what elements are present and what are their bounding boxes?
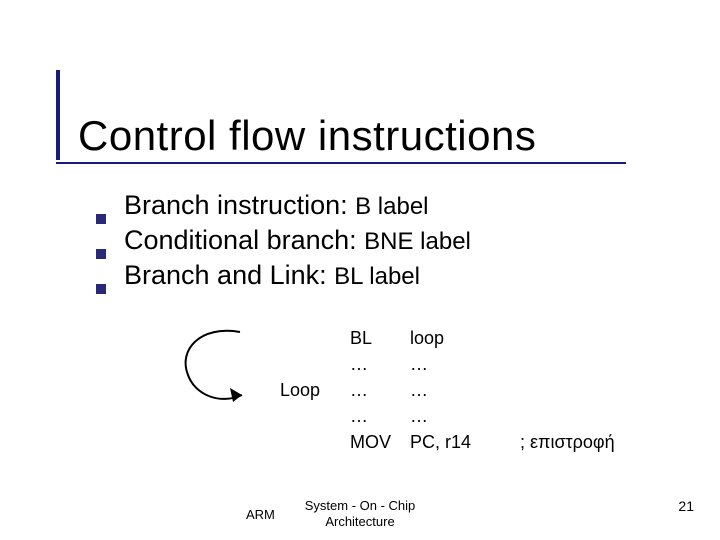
bullet-icon	[96, 284, 106, 294]
code-row: … …	[280, 403, 680, 429]
code-col-b: …	[410, 380, 520, 401]
page-number: 21	[678, 498, 694, 514]
footer-left: ARM	[246, 507, 275, 522]
bullet-code: BNE label	[364, 228, 471, 255]
title-wrap: Control flow instructions	[56, 70, 536, 160]
code-row: MOV PC, r14 ; επιστροφή	[280, 429, 680, 455]
code-col-b: PC, r14	[410, 432, 520, 453]
loop-arrow-icon	[170, 320, 260, 410]
code-col-b: …	[410, 354, 520, 375]
code-row: … …	[280, 351, 680, 377]
bullet-item: Branch and Link: BL label	[96, 260, 471, 291]
bullet-icon	[96, 249, 106, 259]
slide-title: Control flow instructions	[78, 112, 536, 160]
code-col-b: loop	[410, 328, 520, 349]
code-col-a: …	[350, 380, 410, 401]
bullet-list: Branch instruction: B label Conditional …	[96, 190, 471, 295]
code-label: Loop	[280, 380, 350, 401]
bullet-text: Branch and Link:	[124, 260, 334, 290]
code-col-a: MOV	[350, 432, 410, 453]
bullet-item: Conditional branch: BNE label	[96, 225, 471, 256]
code-col-b: …	[410, 406, 520, 427]
accent-bar	[56, 70, 60, 160]
code-block: BL loop … … Loop … … … … MOV PC, r14 ; ε…	[280, 325, 680, 455]
footer-center-line1: System - On - Chip	[305, 498, 416, 514]
code-col-a: …	[350, 354, 410, 375]
bullet-code: B label	[355, 193, 428, 220]
code-row: BL loop	[280, 325, 680, 351]
code-col-a: BL	[350, 328, 410, 349]
bullet-icon	[96, 214, 106, 224]
bullet-item: Branch instruction: B label	[96, 190, 471, 221]
code-col-c: ; επιστροφή	[520, 432, 680, 453]
bullet-text: Conditional branch:	[124, 225, 364, 255]
code-col-a: …	[350, 406, 410, 427]
title-underline	[56, 162, 626, 164]
slide: Control flow instructions Branch instruc…	[0, 0, 720, 540]
footer-center-line2: Architecture	[305, 514, 416, 530]
bullet-code: BL label	[334, 263, 420, 290]
bullet-text: Branch instruction:	[124, 190, 355, 220]
footer-center: System - On - Chip Architecture	[305, 498, 416, 529]
code-row: Loop … …	[280, 377, 680, 403]
